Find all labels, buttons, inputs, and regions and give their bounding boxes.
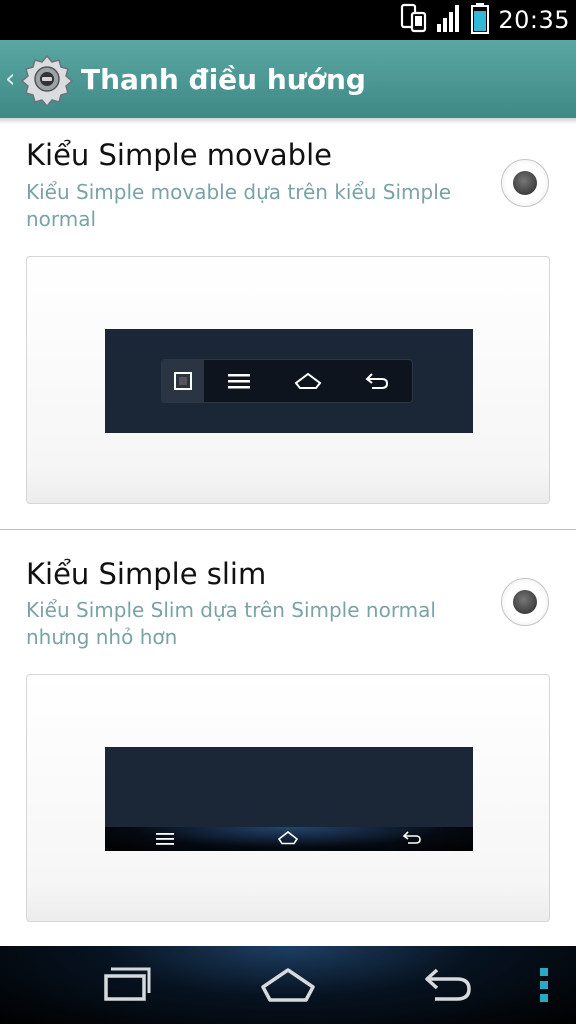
preview-card bbox=[26, 674, 550, 922]
preview-screen bbox=[105, 747, 473, 851]
option-radio-button[interactable] bbox=[501, 578, 549, 626]
option-summary: Kiểu Simple movable dựa trên kiểu Simple… bbox=[26, 180, 452, 231]
status-clock: 20:35 bbox=[498, 6, 570, 34]
option-title: Kiểu Simple movable bbox=[26, 138, 332, 172]
status-bar: 20:35 bbox=[0, 0, 576, 40]
overflow-menu-icon[interactable] bbox=[532, 946, 556, 1024]
action-bar: ‹ Thanh điều hướng bbox=[0, 40, 576, 118]
movable-nav-bar-preview bbox=[161, 359, 413, 403]
recent-square-icon bbox=[162, 360, 204, 402]
section-divider bbox=[0, 529, 576, 530]
option-title: Kiểu Simple slim bbox=[26, 557, 267, 591]
signal-icon bbox=[436, 3, 462, 37]
back-icon bbox=[343, 360, 412, 402]
page-title: Thanh điều hướng bbox=[81, 62, 366, 96]
settings-gear-icon[interactable] bbox=[20, 53, 74, 108]
back-icon[interactable] bbox=[408, 946, 488, 1024]
home-icon bbox=[273, 360, 342, 402]
system-nav-bar bbox=[0, 946, 576, 1024]
home-icon[interactable] bbox=[248, 946, 328, 1024]
slim-nav-bar-preview bbox=[105, 827, 473, 851]
preview-card bbox=[26, 256, 550, 504]
recent-apps-icon[interactable] bbox=[88, 946, 168, 1024]
option-summary: Kiểu Simple Slim dựa trên Simple normal … bbox=[26, 598, 436, 649]
option-radio-button[interactable] bbox=[501, 159, 549, 207]
up-chevron-icon[interactable]: ‹ bbox=[5, 64, 19, 94]
phone-sync-icon bbox=[400, 3, 428, 37]
home-icon bbox=[277, 830, 299, 849]
back-icon bbox=[402, 830, 422, 849]
action-bar-shadow bbox=[0, 118, 576, 124]
status-icons: 20:35 bbox=[400, 0, 570, 40]
radio-dot bbox=[513, 171, 537, 195]
battery-icon bbox=[470, 2, 490, 38]
menu-icon bbox=[204, 360, 273, 402]
preview-screen bbox=[105, 329, 473, 433]
menu-icon bbox=[156, 830, 175, 849]
radio-dot bbox=[513, 590, 537, 614]
